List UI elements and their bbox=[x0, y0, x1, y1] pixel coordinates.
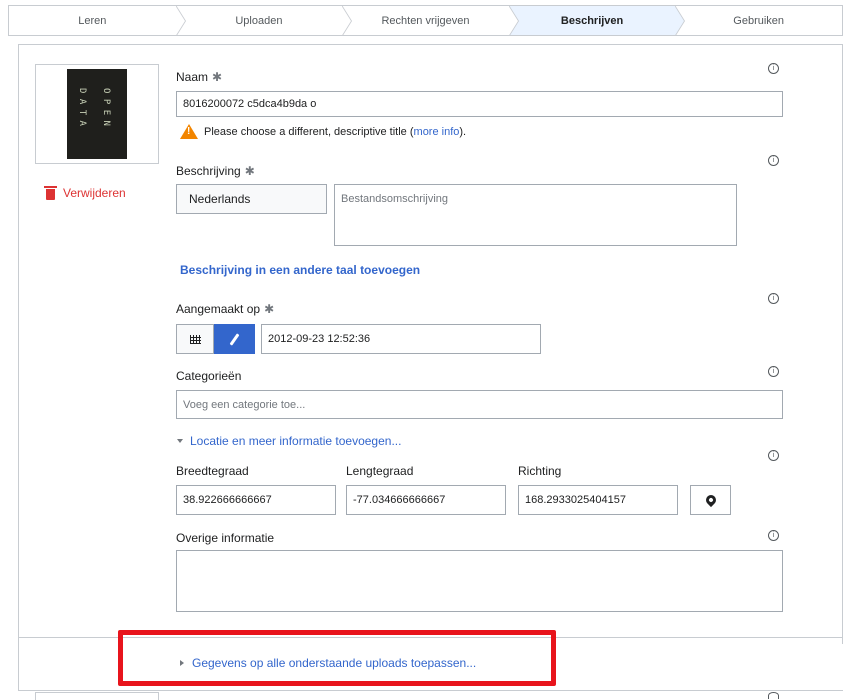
direction-label: Richting bbox=[518, 464, 562, 478]
description-label-text: Beschrijving bbox=[176, 164, 241, 178]
categories-label: Categorieën bbox=[176, 369, 242, 383]
required-icon: ✱ bbox=[244, 164, 255, 178]
other-info-label: Overige informatie bbox=[176, 531, 275, 545]
warning-end: ). bbox=[459, 125, 467, 138]
step-gebruiken: Gebruiken bbox=[733, 14, 785, 27]
highlight-annotation bbox=[118, 630, 556, 686]
info-icon[interactable]: i bbox=[768, 366, 779, 377]
thumbnail-text-data: D A T A bbox=[76, 88, 87, 126]
add-language-link[interactable]: Beschrijving in een andere taal toevoege… bbox=[180, 263, 420, 277]
warning-icon bbox=[180, 124, 198, 139]
map-pin-icon bbox=[703, 492, 718, 508]
warning-message: Please choose a different, descriptive t… bbox=[204, 126, 466, 138]
info-icon[interactable]: i bbox=[768, 293, 779, 304]
step-uploaden: Uploaden bbox=[176, 6, 352, 35]
step-leren: Leren bbox=[9, 6, 186, 35]
longitude-value: -77.034666666667 bbox=[353, 494, 446, 506]
info-icon[interactable]: i bbox=[768, 155, 779, 166]
trash-icon bbox=[44, 185, 57, 200]
direction-value: 168.2933025404157 bbox=[525, 494, 626, 506]
name-label: Naam ✱ bbox=[176, 70, 222, 84]
date-input[interactable]: 2012-09-23 12:52:36 bbox=[261, 324, 541, 354]
step-rechten-vrijgeven: Rechten vrijgeven bbox=[342, 6, 519, 35]
map-button[interactable] bbox=[690, 485, 731, 515]
location-toggle[interactable]: Locatie en meer informatie toevoegen... bbox=[177, 434, 401, 448]
title-warning: Please choose a different, descriptive t… bbox=[180, 124, 466, 139]
pencil-icon bbox=[229, 332, 240, 346]
chevron-down-icon bbox=[177, 439, 183, 443]
date-value: 2012-09-23 12:52:36 bbox=[268, 333, 371, 345]
location-toggle-label: Locatie en meer informatie toevoegen... bbox=[190, 434, 402, 448]
thumbnail-text-open: O P E N bbox=[100, 88, 111, 126]
direction-input[interactable]: 168.2933025404157 bbox=[518, 485, 678, 515]
file-thumbnail: O P E N D A T A bbox=[35, 64, 159, 164]
required-icon: ✱ bbox=[264, 302, 275, 316]
latitude-label: Breedtegraad bbox=[176, 464, 249, 478]
name-label-text: Naam bbox=[176, 70, 209, 84]
created-label-text: Aangemaakt op bbox=[176, 302, 261, 316]
calendar-icon bbox=[189, 334, 201, 344]
description-placeholder: Bestandsomschrijving bbox=[341, 193, 448, 205]
description-label: Beschrijving ✱ bbox=[176, 164, 255, 178]
warning-text: Please choose a different, descriptive t… bbox=[204, 125, 414, 138]
categories-input[interactable]: Voeg een categorie toe... bbox=[176, 390, 783, 419]
divider bbox=[18, 690, 843, 691]
more-info-link[interactable]: more info bbox=[414, 126, 460, 138]
latitude-input[interactable]: 38.922666666667 bbox=[176, 485, 336, 515]
created-label: Aangemaakt op ✱ bbox=[176, 302, 274, 316]
edit-date-button[interactable] bbox=[214, 324, 255, 354]
thumbnail-image: O P E N D A T A bbox=[67, 69, 127, 159]
upload-steps: Leren Uploaden Rechten vrijgeven Beschri… bbox=[8, 5, 843, 36]
info-icon[interactable]: i bbox=[768, 530, 779, 541]
latitude-value: 38.922666666667 bbox=[183, 494, 272, 506]
delete-button[interactable]: Verwijderen bbox=[44, 185, 126, 200]
step-beschrijven: Beschrijven bbox=[508, 6, 685, 35]
calendar-button[interactable] bbox=[176, 324, 214, 354]
name-input[interactable]: 8016200072 c5dca4b9da o bbox=[176, 91, 783, 117]
other-info-textarea[interactable] bbox=[176, 550, 783, 612]
description-textarea[interactable]: Bestandsomschrijving bbox=[334, 184, 737, 246]
required-icon: ✱ bbox=[212, 70, 223, 84]
next-upload-thumbnail bbox=[35, 692, 159, 700]
longitude-label: Lengtegraad bbox=[346, 464, 414, 478]
categories-placeholder: Voeg een categorie toe... bbox=[183, 398, 306, 411]
longitude-input[interactable]: -77.034666666667 bbox=[346, 485, 506, 515]
name-value: 8016200072 c5dca4b9da o bbox=[183, 98, 317, 110]
info-icon[interactable]: i bbox=[768, 450, 779, 461]
info-icon[interactable]: i bbox=[768, 63, 779, 74]
language-select[interactable]: Nederlands bbox=[176, 184, 327, 214]
delete-label: Verwijderen bbox=[63, 186, 126, 200]
